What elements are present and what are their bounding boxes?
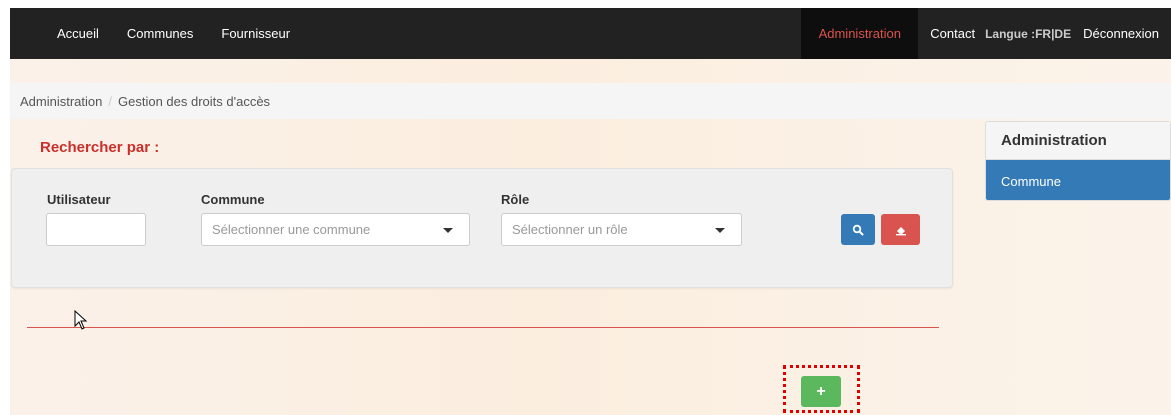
- breadcrumb: Administration / Gestion des droits d'ac…: [10, 83, 1171, 119]
- commune-select[interactable]: Sélectionner une commune: [201, 213, 470, 246]
- role-label: Rôle: [501, 192, 530, 207]
- eraser-icon: [895, 226, 906, 235]
- nav-left-group: Accueil Communes Fournisseur: [10, 8, 318, 59]
- breadcrumb-separator: /: [108, 93, 112, 109]
- nav-right-group: Administration Contact Langue : FR|DE Dé…: [801, 8, 1171, 59]
- divider-line: [27, 327, 939, 328]
- top-navbar: Accueil Communes Fournisseur Administrat…: [10, 8, 1171, 59]
- commune-select-placeholder: Sélectionner une commune: [212, 222, 371, 237]
- commune-label: Commune: [201, 192, 265, 207]
- caret-down-icon: [443, 228, 453, 233]
- role-select[interactable]: Sélectionner un rôle: [501, 213, 742, 246]
- role-select-placeholder: Sélectionner un rôle: [512, 222, 628, 237]
- nav-fournisseur[interactable]: Fournisseur: [221, 26, 290, 41]
- highlight-frame: [783, 365, 860, 413]
- user-input[interactable]: [46, 213, 146, 246]
- side-item-commune[interactable]: Commune: [986, 160, 1170, 200]
- language-label: Langue :: [985, 26, 1036, 41]
- caret-down-icon: [715, 228, 725, 233]
- user-label: Utilisateur: [47, 192, 111, 207]
- search-button[interactable]: [841, 214, 875, 245]
- search-title: Rechercher par :: [40, 139, 160, 156]
- breadcrumb-current: Gestion des droits d'accès: [118, 93, 271, 109]
- nav-contact[interactable]: Contact: [930, 26, 975, 41]
- language-switch[interactable]: FR|DE: [1035, 27, 1071, 41]
- search-icon: [852, 224, 864, 235]
- search-panel: Utilisateur Commune Sélectionner une com…: [11, 168, 953, 288]
- nav-communes[interactable]: Communes: [127, 26, 193, 41]
- clear-button[interactable]: [881, 214, 920, 245]
- breadcrumb-root[interactable]: Administration: [20, 94, 102, 109]
- side-panel-title: Administration: [986, 122, 1170, 160]
- mouse-cursor-icon: [74, 310, 88, 330]
- nav-administration[interactable]: Administration: [801, 8, 919, 59]
- side-panel: Administration Commune: [985, 121, 1171, 201]
- nav-logout[interactable]: Déconnexion: [1083, 26, 1159, 41]
- nav-accueil[interactable]: Accueil: [57, 26, 99, 41]
